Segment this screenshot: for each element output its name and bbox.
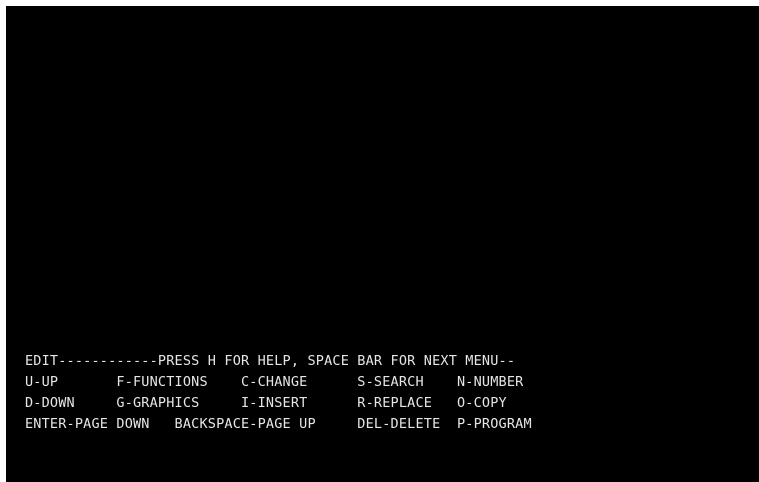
edit-menu-commands-row-2: D-DOWN G-GRAPHICS I-INSERT R-REPLACE O-C… [25, 395, 507, 411]
terminal-screen: EDIT------------PRESS H FOR HELP, SPACE … [6, 6, 759, 482]
edit-menu-commands-row-1: U-UP F-FUNCTIONS C-CHANGE S-SEARCH N-NUM… [25, 374, 524, 390]
edit-menu: EDIT------------PRESS H FOR HELP, SPACE … [25, 351, 759, 435]
edit-menu-commands-row-3: ENTER-PAGE DOWN BACKSPACE-PAGE UP DEL-DE… [25, 416, 532, 432]
edit-menu-header: EDIT------------PRESS H FOR HELP, SPACE … [25, 353, 516, 369]
